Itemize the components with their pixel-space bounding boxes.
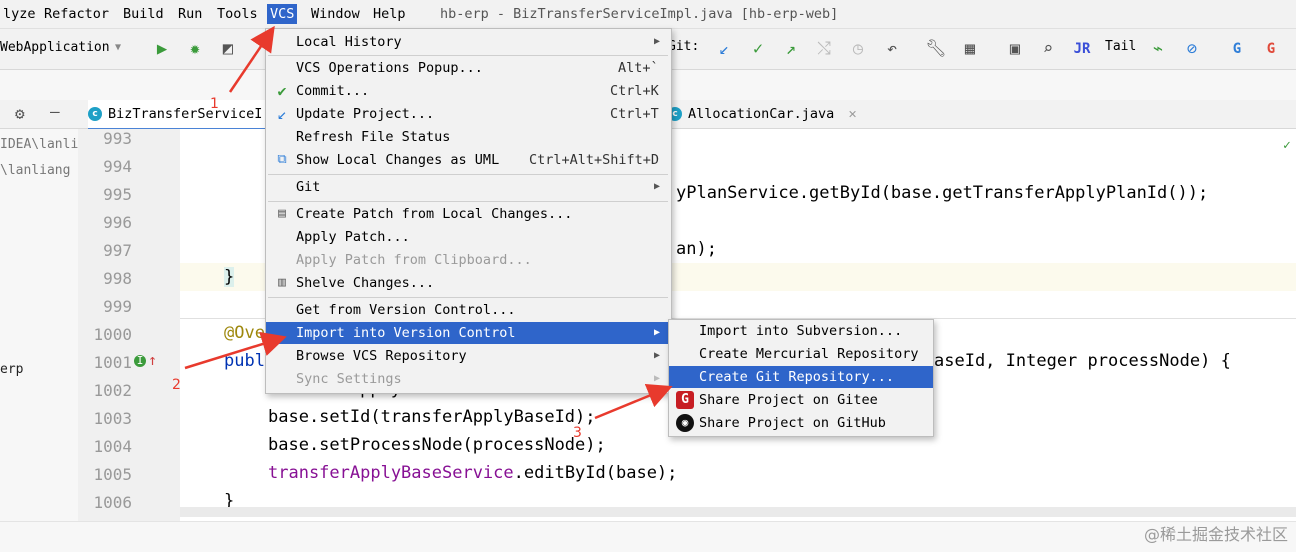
watermark: @稀土掘金技术社区 <box>1143 525 1288 544</box>
annotation-step-3: 3 <box>573 425 582 441</box>
annotation-step-1: 1 <box>210 96 219 112</box>
annotation-arrow-3 <box>594 384 673 420</box>
annotation-step-2: 2 <box>172 377 181 393</box>
annotation-arrow-2 <box>184 331 287 370</box>
annotation-arrow-1 <box>228 25 275 93</box>
annotation-arrows <box>184 25 673 420</box>
